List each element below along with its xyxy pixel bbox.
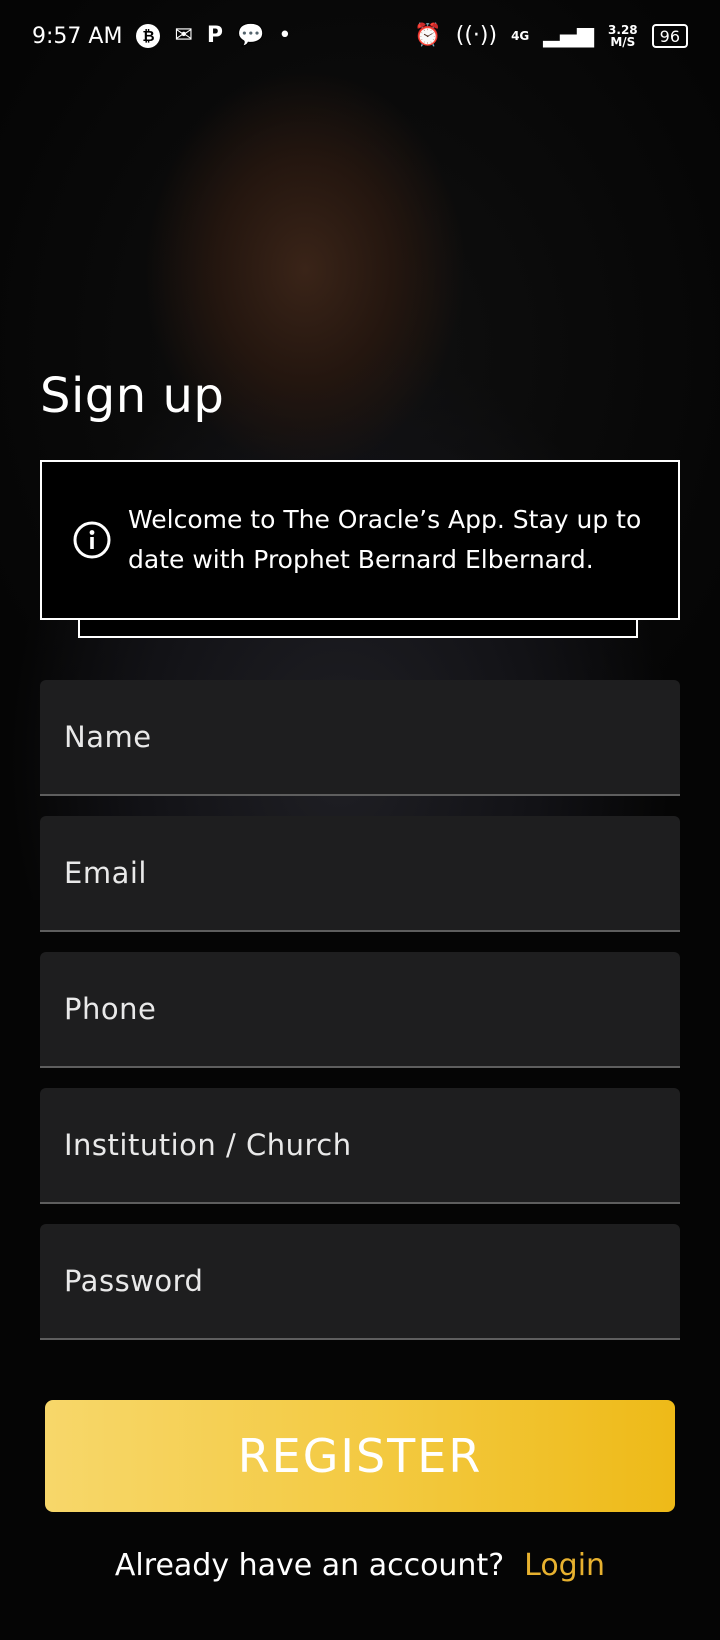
status-time: 9:57 AM bbox=[32, 23, 123, 49]
gmail-icon: ✉ bbox=[174, 23, 193, 48]
chat-icon: 💬 bbox=[237, 23, 265, 48]
institution-field-container bbox=[40, 1088, 680, 1204]
email-field-container bbox=[40, 816, 680, 932]
name-input[interactable] bbox=[40, 680, 680, 794]
phone-field-container bbox=[40, 952, 680, 1068]
phone-input[interactable] bbox=[40, 952, 680, 1066]
page-title: Sign up bbox=[40, 368, 225, 424]
institution-input[interactable] bbox=[40, 1088, 680, 1202]
notice-message: Welcome to The Oracle’s App. Stay up to … bbox=[128, 505, 642, 574]
alarm-icon: ⏰ bbox=[414, 23, 442, 48]
signal-icon: ▂▄▆ bbox=[543, 23, 595, 48]
battery-indicator: 96 bbox=[651, 24, 688, 48]
status-bar: 9:57 AM ₿ ✉ P 💬 • ⏰ ((·)) 4G ▂▄▆ 3.28 M/… bbox=[0, 0, 720, 72]
hotspot-icon: ((·)) bbox=[455, 23, 498, 48]
password-input[interactable] bbox=[40, 1224, 680, 1338]
email-input[interactable] bbox=[40, 816, 680, 930]
login-link[interactable]: Login bbox=[524, 1548, 605, 1583]
name-field-container bbox=[40, 680, 680, 796]
p-app-icon: P bbox=[206, 23, 223, 48]
register-button[interactable]: REGISTER bbox=[45, 1400, 675, 1512]
login-prompt-text: Already have an account? bbox=[114, 1548, 505, 1583]
network-type: 4G bbox=[511, 29, 530, 43]
net-speed-unit: M/S bbox=[610, 35, 636, 49]
info-icon bbox=[73, 521, 111, 559]
dot-icon: • bbox=[278, 23, 292, 48]
login-prompt: Already have an account? Login bbox=[0, 1548, 720, 1583]
bitcoin-icon: ₿ bbox=[136, 24, 161, 48]
net-speed: 3.28 M/S bbox=[608, 24, 638, 48]
password-field-container bbox=[40, 1224, 680, 1340]
welcome-notice: Welcome to The Oracle’s App. Stay up to … bbox=[40, 460, 680, 620]
